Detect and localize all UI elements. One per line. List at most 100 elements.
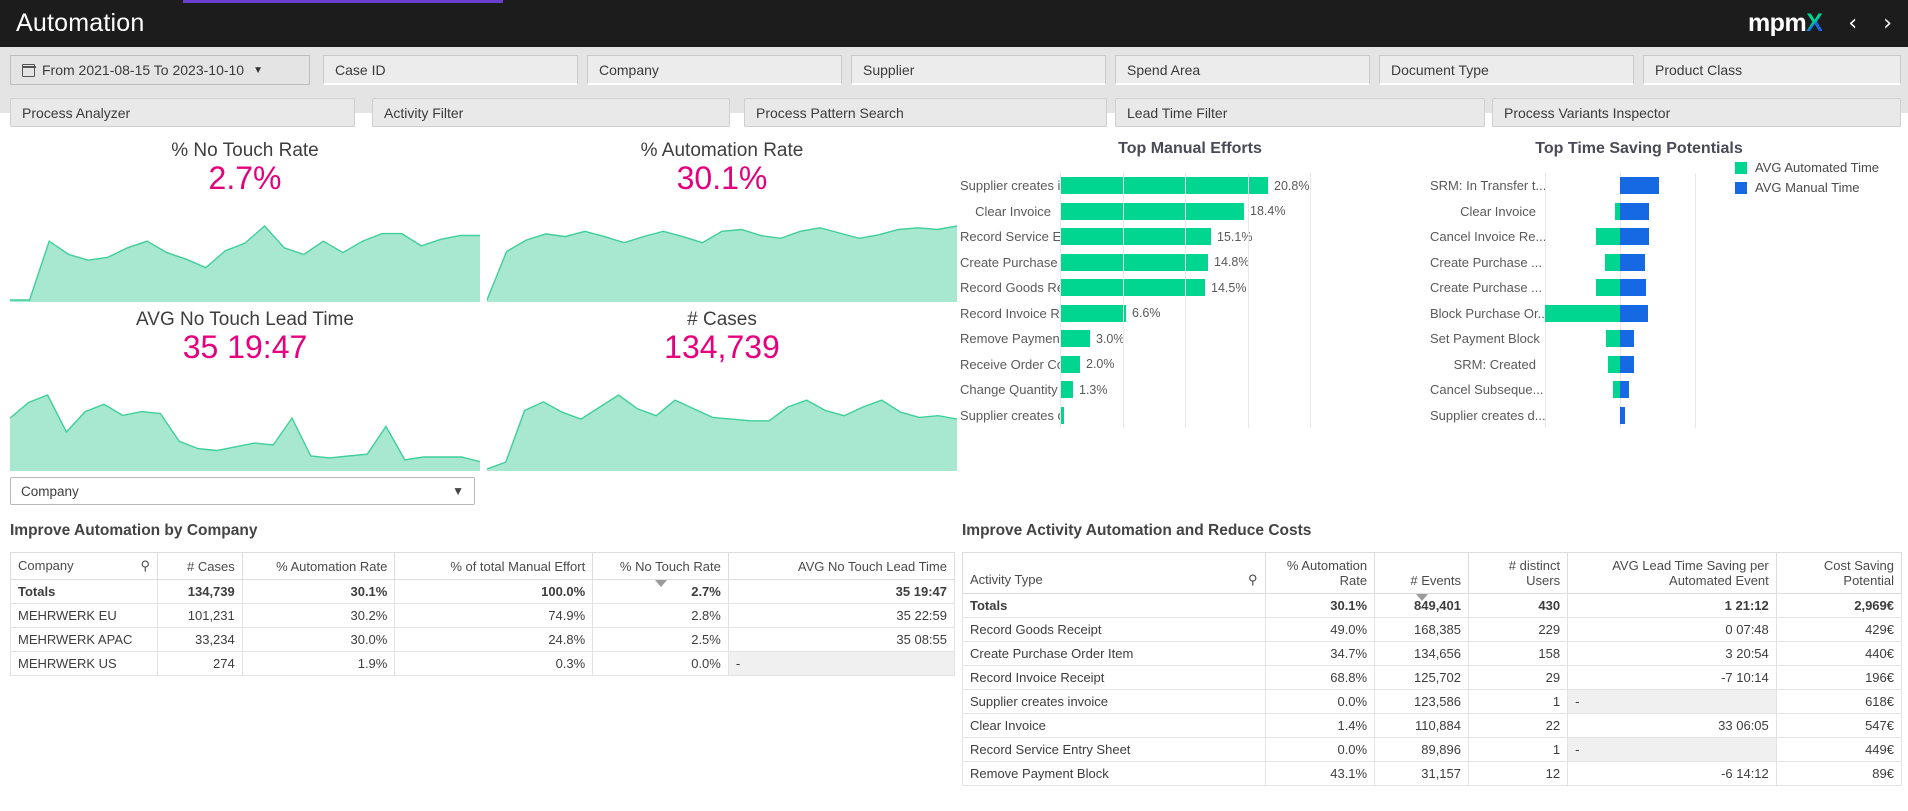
bar-fill-automated[interactable] — [1596, 228, 1621, 246]
bar-fill-manual[interactable] — [1620, 202, 1649, 220]
bar-fill-manual[interactable] — [1620, 253, 1645, 271]
table-row[interactable]: MEHRWERK APAC 33,234 30.0% 24.8% 2.5% 35 08:5… — [10, 627, 956, 652]
bar-row[interactable]: Supplier creates d... — [960, 403, 1420, 429]
bar-category-label: Clear Invoice — [1460, 203, 1536, 219]
table-row[interactable]: MEHRWERK EU 101,231 30.2% 74.9% 2.8% 35 22:59 — [10, 603, 956, 628]
bar-fill[interactable] — [1060, 279, 1205, 297]
bar-fill-automated[interactable] — [1606, 330, 1620, 348]
bar-fill-manual[interactable] — [1620, 279, 1647, 297]
bar-row[interactable]: Supplier creates i... 20.8% — [960, 173, 1420, 199]
column-header[interactable]: # Cases — [156, 552, 243, 580]
table-row[interactable]: Record Invoice Receipt 68.8% 125,702 29 -7 1… — [962, 665, 1903, 690]
bar-fill-manual[interactable] — [1620, 304, 1648, 322]
bar-fill[interactable] — [1060, 330, 1090, 348]
bar-fill[interactable] — [1060, 177, 1268, 195]
table-row[interactable]: Clear Invoice 1.4% 110,884 22 33 06:05 547€ — [962, 713, 1903, 738]
bar-value-label: 14.5% — [1211, 280, 1247, 295]
table-row[interactable]: Create Purchase Order Item 34.7% 134,656 15… — [962, 641, 1903, 666]
search-icon[interactable]: ⚲ — [140, 558, 150, 574]
dimension-select[interactable]: Company ▼ — [10, 477, 475, 505]
bar-fill-manual[interactable] — [1620, 355, 1634, 373]
table-cell: 31,157 — [1374, 761, 1469, 786]
logo-text: mpm — [1747, 9, 1807, 37]
bar-row[interactable]: Block Purchase Or... — [1430, 301, 1908, 327]
bar-row[interactable]: Cancel Subseque... — [1430, 377, 1908, 403]
column-header[interactable]: % Automation Rate — [1264, 552, 1376, 594]
bar-row[interactable]: Create Purchase ... — [1430, 275, 1908, 301]
button-process-analyzer[interactable]: Process Analyzer — [10, 98, 355, 127]
bar-fill-automated[interactable] — [1607, 355, 1620, 373]
table-row-totals[interactable]: Totals 30.1% 849,401 430 1 21:12 2,969€ — [962, 593, 1903, 618]
table-row[interactable]: MEHRWERK US 274 1.9% 0.3% 0.0% - — [10, 651, 956, 676]
table-cell: 274 — [156, 651, 243, 676]
bar-fill-automated[interactable] — [1612, 381, 1620, 399]
bar-row[interactable]: SRM: Created — [1430, 352, 1908, 378]
table-row[interactable]: Supplier creates invoice 0.0% 123,586 1-618… — [962, 689, 1903, 714]
bar-fill-manual[interactable] — [1620, 406, 1625, 424]
filter-company[interactable]: Company — [587, 55, 842, 85]
bar-fill[interactable] — [1060, 381, 1073, 399]
bar-fill-manual[interactable] — [1620, 177, 1659, 195]
bar-row[interactable]: Supplier creates d... — [1430, 403, 1908, 429]
column-header[interactable]: Cost Saving Potential — [1775, 552, 1903, 594]
column-header[interactable]: % No Touch Rate — [592, 552, 729, 587]
improve-automation-by-company-table[interactable]: Company ⚲ # Cases % Automation Rate % of tot… — [10, 552, 956, 676]
filter-supplier[interactable]: Supplier — [851, 55, 1106, 85]
button-process-variants-inspector[interactable]: Process Variants Inspector — [1492, 98, 1901, 127]
filter-product-class[interactable]: Product Class — [1643, 55, 1901, 85]
column-header[interactable]: % Automation Rate — [241, 552, 396, 580]
improve-activity-automation-table[interactable]: Activity Type ⚲ % Automation Rate # Events #… — [962, 552, 1903, 786]
chart-top-manual-efforts: Top Manual Efforts Supplier creates i...… — [960, 140, 1420, 428]
button-lead-time-filter[interactable]: Lead Time Filter — [1115, 98, 1485, 127]
bar-row[interactable]: Create Purchase ... — [1430, 250, 1908, 276]
bar-row[interactable]: Change Quantity 1.3% — [960, 377, 1420, 403]
column-header[interactable]: Activity Type ⚲ — [962, 552, 1266, 594]
table-row[interactable]: Record Goods Receipt 49.0% 168,385 229 0 07:… — [962, 617, 1903, 642]
column-header[interactable]: # Events — [1374, 552, 1469, 601]
column-header[interactable]: Company ⚲ — [10, 552, 158, 580]
date-range-filter[interactable]: From 2021-08-15 To 2023-10-10 ▼ — [10, 55, 310, 85]
bar-row[interactable]: Receive Order Con... 2.0% — [960, 352, 1420, 378]
bar-row[interactable]: Clear Invoice 18.4% — [960, 199, 1420, 225]
bar-fill-automated[interactable] — [1545, 304, 1620, 322]
bar-fill[interactable] — [1060, 202, 1244, 220]
filter-case-id[interactable]: Case ID — [323, 55, 578, 85]
table-row[interactable]: Remove Payment Block 43.1% 31,157 12 -6 14:1… — [962, 761, 1903, 786]
next-page-icon[interactable]: › — [1883, 12, 1892, 35]
bar-fill[interactable] — [1060, 228, 1211, 246]
bar-fill-manual[interactable] — [1620, 381, 1629, 399]
bar-row[interactable]: Clear Invoice — [1430, 199, 1908, 225]
bar-row[interactable]: Remove Payment ... 3.0% — [960, 326, 1420, 352]
bar-fill-automated[interactable] — [1596, 279, 1621, 297]
bar-row[interactable]: Create Purchase ... 14.8% — [960, 250, 1420, 276]
bar-row[interactable]: Set Payment Block — [1430, 326, 1908, 352]
bar-row[interactable]: Record Service En... 15.1% — [960, 224, 1420, 250]
bar-fill-manual[interactable] — [1620, 228, 1649, 246]
prev-page-icon[interactable]: ‹ — [1848, 12, 1857, 35]
column-header[interactable]: AVG Lead Time Saving per Automated Event — [1567, 552, 1777, 594]
search-icon[interactable]: ⚲ — [1248, 572, 1258, 588]
table-cell: 440€ — [1775, 641, 1903, 666]
column-header[interactable]: # distinct Users — [1467, 552, 1569, 594]
bar-fill-automated[interactable] — [1605, 253, 1620, 271]
legend-item[interactable]: AVG Automated Time — [1735, 160, 1879, 175]
button-process-pattern-search[interactable]: Process Pattern Search — [744, 98, 1107, 127]
table-row[interactable]: Record Service Entry Sheet 0.0% 89,896 1-44… — [962, 737, 1903, 762]
bar-row[interactable]: Record Goods Re... 14.5% — [960, 275, 1420, 301]
table-row-totals[interactable]: Totals 134,739 30.1% 100.0% 2.7% 35 19:47 — [10, 579, 956, 604]
bar-row[interactable]: Cancel Invoice Re... — [1430, 224, 1908, 250]
chart-top-time-saving-potentials: Top Time Saving Potentials SRM: In Trans… — [1430, 140, 1908, 428]
filter-document-type[interactable]: Document Type — [1379, 55, 1634, 85]
legend-item[interactable]: AVG Manual Time — [1735, 180, 1879, 195]
bar-fill[interactable] — [1060, 355, 1080, 373]
bar-fill[interactable] — [1060, 304, 1126, 322]
button-activity-filter[interactable]: Activity Filter — [372, 98, 730, 127]
column-header[interactable]: AVG No Touch Lead Time — [727, 552, 956, 580]
column-header[interactable]: % of total Manual Effort — [394, 552, 594, 580]
bar-row[interactable]: Record Invoice Re... 6.6% — [960, 301, 1420, 327]
bar-category-label: Cancel Subseque... — [1430, 382, 1544, 398]
table-cell: 1.4% — [1264, 713, 1376, 738]
filter-spend-area[interactable]: Spend Area — [1115, 55, 1370, 85]
table-cell: - — [1567, 737, 1777, 762]
bar-fill-manual[interactable] — [1620, 330, 1634, 348]
